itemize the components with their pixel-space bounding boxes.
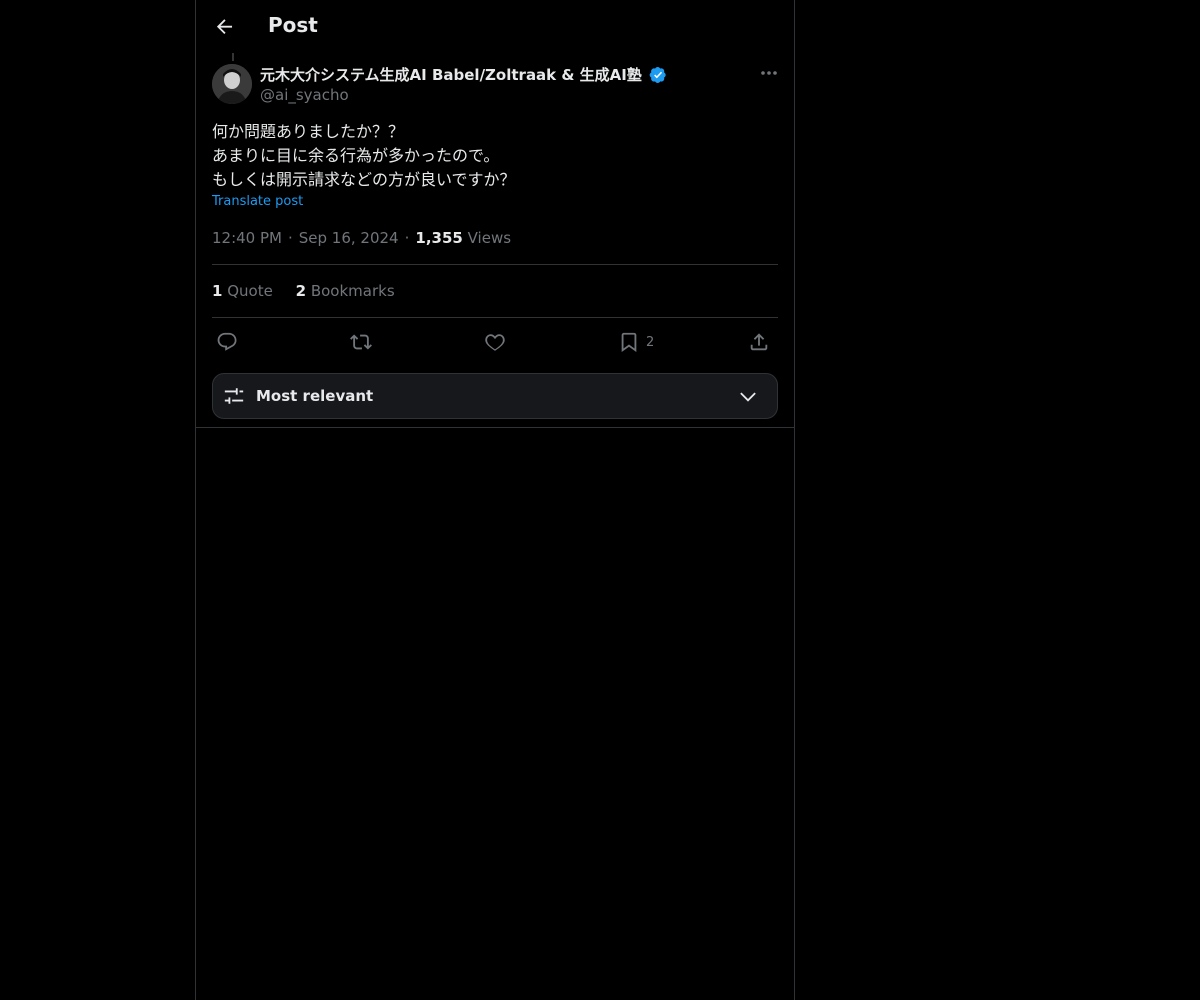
reply-icon <box>217 332 237 351</box>
bookmarks-count: 2 <box>295 282 307 300</box>
post-header: Post <box>196 0 794 53</box>
views-label: Views <box>467 229 512 247</box>
more-options-button[interactable] <box>758 62 780 84</box>
bookmark-icon <box>621 332 637 353</box>
more-horizontal-icon <box>761 71 777 75</box>
thread-connector <box>232 53 234 61</box>
post-body-line: 何か問題ありましたか？？ <box>212 122 405 141</box>
sliders-icon <box>224 388 244 404</box>
page-title: Post <box>268 13 318 37</box>
engagement-stats: 1 Quote 2 Bookmarks <box>212 282 413 300</box>
like-button[interactable] <box>484 328 506 356</box>
repost-icon <box>350 334 372 350</box>
divider <box>212 264 778 265</box>
reply-sort-selector[interactable]: Most relevant <box>212 373 778 419</box>
heart-icon <box>485 334 505 351</box>
section-divider <box>196 427 794 428</box>
author-avatar[interactable] <box>212 64 252 104</box>
share-button[interactable] <box>748 328 770 356</box>
arrow-left-icon <box>216 19 233 35</box>
post-body-line: あまりに目に余る行為が多かったので。 <box>212 146 500 165</box>
bookmarks-label: Bookmarks <box>310 282 395 300</box>
post-metadata: 12:40 PM · Sep 16, 2024 · 1,355 Views <box>212 229 511 247</box>
author-name-row[interactable]: 元木大介システム生成AI Babel/Zoltraak & 生成AI塾 <box>260 64 667 85</box>
post-date[interactable]: Sep 16, 2024 <box>299 229 399 247</box>
separator-dot: · <box>404 229 410 247</box>
main-column: Post 元木大介システム生成AI Babel/Zoltraak & 生成AI塾… <box>195 0 795 1000</box>
separator-dot: · <box>287 229 293 247</box>
author-display-name[interactable]: 元木大介システム生成AI Babel/Zoltraak & 生成AI塾 <box>260 64 642 85</box>
avatar-portrait <box>212 64 252 104</box>
post-time[interactable]: 12:40 PM <box>212 229 282 247</box>
bookmarks-stat[interactable]: 2 Bookmarks <box>296 282 395 300</box>
repost-button[interactable] <box>350 328 372 356</box>
quote-count: 1 <box>212 282 223 300</box>
sort-label: Most relevant <box>256 387 374 405</box>
post-body: 何か問題ありましたか？？ あまりに目に余る行為が多かったので。 もしくは開示請求… <box>212 120 516 192</box>
reply-button[interactable] <box>216 328 238 356</box>
post-body-line: もしくは開示請求などの方が良いですか？ <box>212 170 516 189</box>
divider <box>212 317 778 318</box>
author-handle[interactable]: @ai_syacho <box>260 86 349 104</box>
translate-post-link[interactable]: Translate post <box>212 194 303 209</box>
verified-badge-icon <box>649 66 666 83</box>
quote-label: Quote <box>227 282 273 300</box>
bookmark-button[interactable]: 2 <box>618 328 654 356</box>
quotes-stat[interactable]: 1 Quote <box>212 282 273 300</box>
share-icon <box>750 333 768 351</box>
chevron-down-icon <box>740 392 756 402</box>
action-bar: 2 <box>212 328 778 356</box>
views-count: 1,355 <box>415 229 463 247</box>
bookmark-count: 2 <box>646 334 655 350</box>
back-button[interactable] <box>212 14 238 40</box>
